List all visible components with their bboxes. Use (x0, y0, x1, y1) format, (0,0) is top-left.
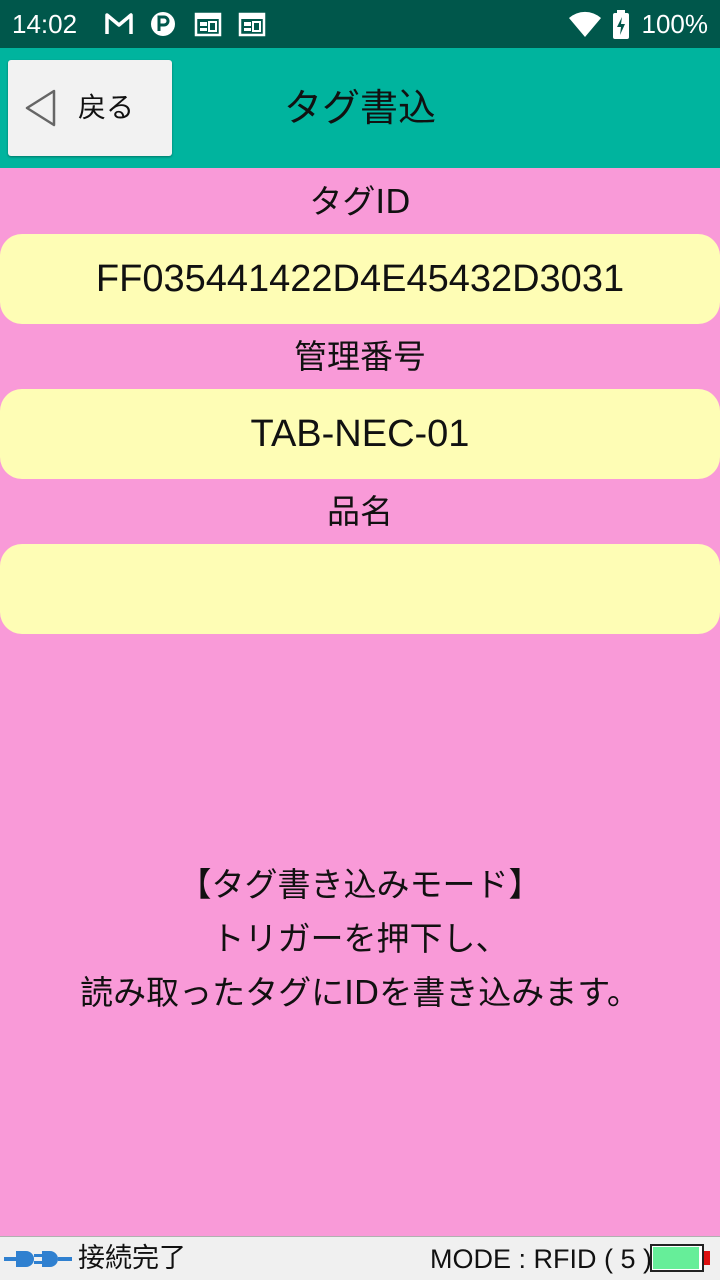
instruction-line: トリガーを押下し、 (211, 919, 509, 958)
reader-battery-level (653, 1247, 699, 1269)
back-button[interactable]: 戻る (8, 60, 172, 156)
app-bar: 戻る タグ書込 (0, 48, 720, 168)
instruction-line: 読み取ったタグにIDを書き込みます。 (80, 973, 640, 1012)
back-arrow-icon (25, 89, 56, 127)
tag-id-label: タグID (309, 182, 411, 221)
mode-indicator: MODE : RFID ( 5 ) (430, 1244, 652, 1274)
item-name-field[interactable] (0, 544, 720, 634)
item-name-label: 品名 (327, 492, 393, 531)
status-time: 14:02 (12, 9, 78, 39)
calendar-icon (238, 10, 266, 38)
reader-battery-icon (650, 1244, 704, 1272)
parking-icon (150, 10, 178, 38)
tag-id-field[interactable]: FF035441422D4E45432D3031 (0, 234, 720, 324)
back-button-label: 戻る (78, 91, 135, 124)
management-number-label: 管理番号 (294, 337, 426, 376)
management-number-field[interactable]: TAB-NEC-01 (0, 389, 720, 479)
connection-plug-icon (4, 1245, 72, 1277)
reader-status-bar: 接続完了 MODE : RFID ( 5 ) (0, 1236, 720, 1280)
connection-status: 接続完了 (78, 1243, 186, 1274)
page-title: タグ書込 (283, 86, 436, 130)
battery-percent: 100% (641, 9, 709, 39)
reader-battery-tip (704, 1251, 710, 1265)
wifi-icon (568, 10, 602, 38)
status-bar: 14:02 100% (0, 0, 720, 48)
instruction-message: 【タグ書き込みモード】 トリガーを押下し、 読み取ったタグにIDを書き込みます。 (0, 858, 720, 1020)
battery-charging-icon (612, 10, 630, 39)
mode-heading: 【タグ書き込みモード】 (178, 865, 542, 904)
calendar-icon (194, 10, 222, 38)
gmail-icon (104, 10, 133, 38)
